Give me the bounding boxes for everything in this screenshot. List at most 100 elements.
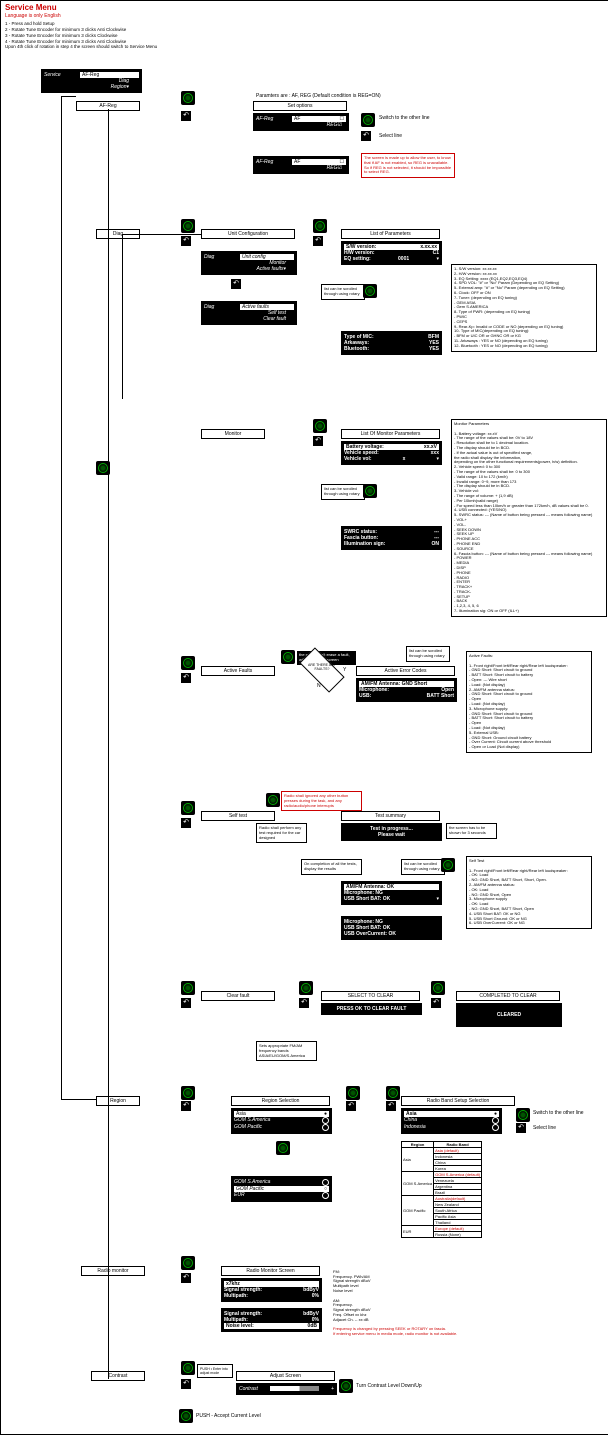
back-icon[interactable]: ↶ [181, 1379, 191, 1389]
rs-hdr: Region Selection [231, 1096, 330, 1106]
knob-icon [281, 650, 295, 664]
aec-box: AM/FM Antenna: GND Short Microphone:Open… [356, 678, 457, 702]
page-title: Service Menu [5, 3, 57, 12]
press-ok[interactable]: PRESS OK TO CLEAR FAULT [321, 1003, 422, 1015]
mon-box1: Battery voltage:xx.xV Vehicle speed:xxx … [341, 441, 442, 465]
ts-hdr: Test summary [341, 811, 440, 821]
knob-icon [181, 981, 195, 995]
as-hdr: Adjust Screen [236, 1371, 335, 1381]
instructions: 1 - Press and hold Setup2 - Rotate Tune … [5, 21, 157, 50]
knob-icon [181, 1256, 195, 1270]
st-n3: the screen has to be shown for 3 seconds [446, 823, 497, 839]
knob-icon [516, 1108, 530, 1122]
sel-icon[interactable]: ↶ [516, 1123, 526, 1133]
back-icon[interactable]: ↶ [313, 236, 323, 246]
cf-hdr: Clear fault [201, 991, 275, 1001]
knob-icon [363, 484, 377, 498]
cleared: CLEARED [456, 1003, 562, 1027]
lop-box1: S/W version:x.xx.xx H/W version:C1 EQ se… [341, 241, 442, 265]
lop-hdr: List of Parameters [341, 229, 440, 239]
ts-res1: AM/FM Antenna: OK Microphone: NG USB Sho… [341, 881, 442, 905]
back-icon[interactable]: ↶ [181, 673, 191, 683]
knob-icon [299, 981, 313, 995]
con-hdr: Contrast [91, 1371, 145, 1381]
knob-icon [346, 1086, 360, 1100]
knob-icon [181, 219, 195, 233]
rm-box2: Signal strength:bdByV Multipath:0% Noise… [221, 1308, 322, 1332]
uc-hdr: Unit Configuration [201, 229, 295, 239]
knob-icon [441, 858, 455, 872]
afreg-box1: AF-RegAF☐ REG☑ [253, 113, 349, 131]
rbs-box[interactable]: Asia● China Indonesia [401, 1108, 502, 1134]
decision-label: ARE THERE ANY FAULTS? [306, 663, 338, 671]
knob-icon [386, 1086, 400, 1100]
comp-clear-hdr: COMPLETED TO CLEAR [456, 991, 560, 1001]
af-note: Active Faults: 1- Front right/Front left… [466, 651, 592, 753]
back-icon[interactable]: ↶ [181, 998, 191, 1008]
knob-icon [339, 1379, 353, 1393]
con-box[interactable]: Contrast+ [236, 1383, 337, 1395]
lop-box2: Type of MIC:BFM Arkaways:YES Bluetooth:Y… [341, 331, 442, 355]
knob-icon [181, 1086, 195, 1100]
back-icon[interactable]: ↶ [386, 1101, 396, 1111]
ts-prog: Test in progress...Please wait [341, 823, 442, 841]
turn-note: Turn Contrast Level Down/Up [356, 1383, 422, 1389]
push-note: PUSH - Accept Current Level [196, 1413, 261, 1419]
mon-box2: SWRC status:--- Fascia button:--- Illumi… [341, 526, 442, 550]
service-menu: ServiceAF-Reg Diag Region▾ [41, 69, 142, 93]
back-icon[interactable]: ↶ [431, 998, 441, 1008]
back-icon[interactable]: ↶ [181, 111, 191, 121]
rs-box2[interactable]: GOM S.America GOM Pacific○ EUR [231, 1176, 332, 1202]
region-hdr: Region [96, 1096, 140, 1106]
st-hdr: Self test [201, 811, 275, 821]
con-knob-note: PUSH • Enter into adjust mode [197, 1364, 233, 1378]
rs-box[interactable]: Asia● GOM S.America GOM Pacific [231, 1108, 332, 1134]
sel-icon[interactable]: ↶ [361, 131, 371, 141]
back-icon[interactable]: ↶ [181, 236, 191, 246]
ts-res2: Microphone: NG USB Short BAT: OK USB Ove… [341, 916, 442, 940]
back-icon[interactable]: ↶ [299, 998, 309, 1008]
diag-box2: DiagActive faults Self test Clear fault [201, 301, 297, 325]
rbs-hdr: Radio Band Setup Selection [401, 1096, 515, 1106]
back-icon[interactable]: ↶ [181, 1273, 191, 1283]
back-icon[interactable]: ↶ [346, 1101, 356, 1111]
afreg-box2: AF-RegAF☐ REG☑ [253, 156, 349, 174]
mon-note: Monitor Parameters 1- Battery voltage: x… [451, 419, 607, 617]
scroll-note: list can be scrolled through using rotar… [321, 284, 365, 300]
params-note: Paramters are : AF, REG (Default conditi… [256, 93, 381, 99]
knob-icon [313, 219, 327, 233]
st-n2: On completion of all the tests, display … [301, 859, 362, 875]
knob-icon [181, 1361, 195, 1375]
rms-hdr: Radio Monitor Screen [221, 1266, 320, 1276]
scroll-note: list can be scrolled through using rotar… [321, 484, 365, 500]
st-note: Self Test 1- Front right/Front left/Rear… [466, 856, 592, 929]
knob-icon [276, 1141, 290, 1155]
st-n1: Radio shall perform any test required fo… [256, 823, 307, 843]
rb-table: RegionRadio Band AsiaAsia (default) Indo… [401, 1141, 482, 1238]
knob-icon [181, 801, 195, 815]
rbs-sel: Select line [533, 1125, 556, 1131]
rbs-sw: Switch to the other line [533, 1110, 584, 1116]
lop-note: 1- S/W version: xx.xx.xx2- H/W version: … [451, 264, 597, 352]
back-icon[interactable]: ↶ [181, 818, 191, 828]
back-icon[interactable]: ↶ [231, 279, 241, 289]
diag-box1: DiagUnit config Monitor Active faults▾ [201, 251, 297, 275]
knob-icon [363, 284, 377, 298]
sel-note: Select line [379, 133, 402, 139]
scroll-note: list can be scrolled through using rotar… [406, 646, 450, 662]
aec-hdr: Active Error Codes [356, 666, 455, 676]
back-icon[interactable]: ↶ [313, 436, 323, 446]
knob-icon [313, 419, 327, 433]
rm-hdr: Radio monitor [81, 1266, 145, 1276]
afreg-warn: The screen is made up to allow the user,… [361, 153, 455, 178]
knob-icon [431, 981, 445, 995]
scroll-note: list can be scrolled through using rotar… [401, 859, 445, 875]
sel-clear-hdr: SELECT TO CLEAR [321, 991, 420, 1001]
back-icon[interactable]: ↶ [181, 1101, 191, 1111]
set-options-hdr: Set options [253, 101, 347, 111]
knob-icon [361, 113, 375, 127]
af-hdr: Active Faults [201, 666, 275, 676]
monitor-hdr: Monitor [201, 429, 265, 439]
knob-icon [181, 91, 195, 105]
rm-box1: x7khz Signal strength:bdByV Multipath:0% [221, 1278, 322, 1302]
